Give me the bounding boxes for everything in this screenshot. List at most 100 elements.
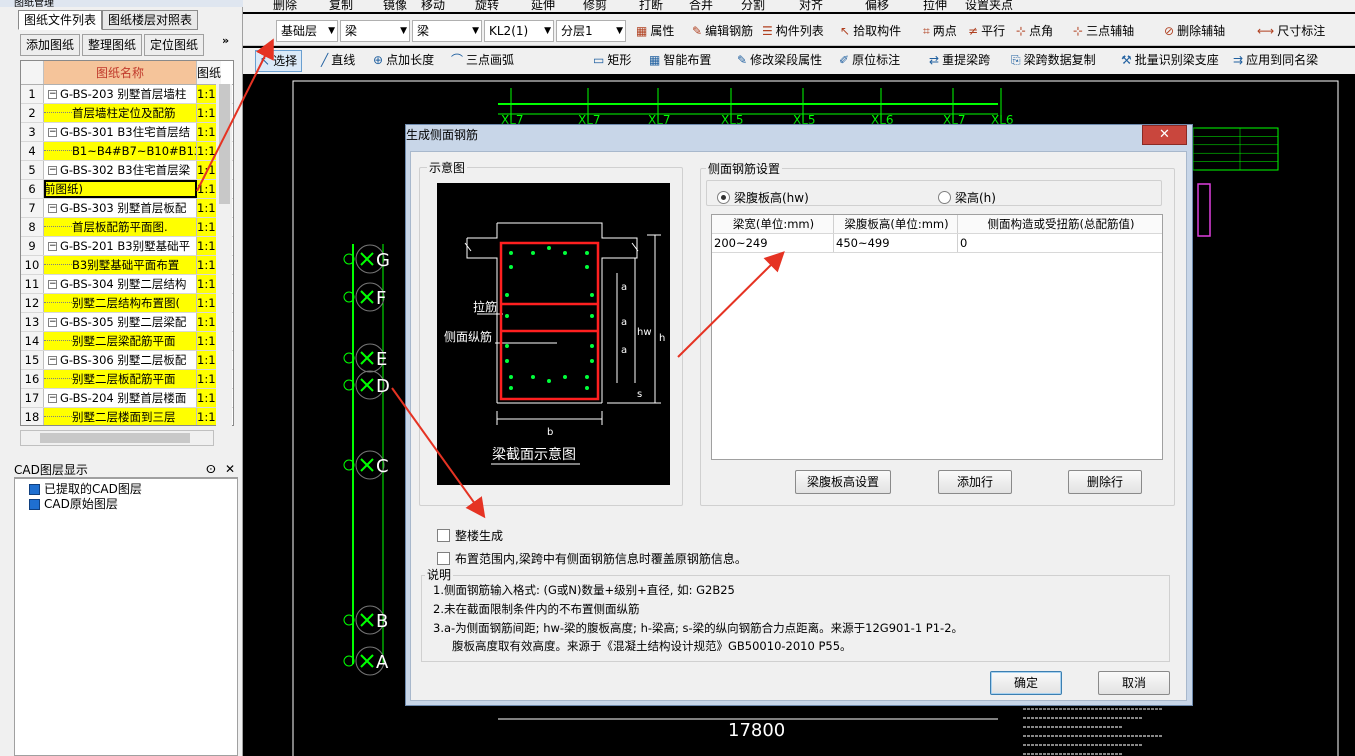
tree-item-extracted[interactable]: 已提取的CAD图层 bbox=[15, 482, 237, 497]
collapse-icon[interactable]: − bbox=[48, 89, 57, 99]
toolbar-item[interactable]: 修剪 bbox=[583, 0, 607, 12]
grid-cell[interactable]: 200~249 bbox=[712, 234, 834, 252]
table-row[interactable]: 13− G-BS-305 别墅二层梁配 1:1 bbox=[21, 313, 233, 332]
toolbar-item[interactable]: ↖ 选择 bbox=[255, 50, 303, 72]
toolbar-item[interactable]: 旋转 bbox=[475, 0, 499, 12]
collapse-icon[interactable]: − bbox=[48, 127, 57, 137]
table-row[interactable]: 1− G-BS-203 别墅首层墙柱 1:1 bbox=[21, 85, 233, 104]
radio-beam-height[interactable]: 梁高(h) bbox=[938, 189, 996, 206]
web-height-settings-button[interactable]: 梁腹板高设置 bbox=[795, 470, 891, 494]
toolbar-item[interactable]: ⊹ 点角 bbox=[1016, 21, 1053, 41]
collapse-icon[interactable]: − bbox=[48, 317, 57, 327]
table-row[interactable]: 4B1~B4#B7~B10#B13~B11:1 bbox=[21, 142, 233, 161]
toolbar-item[interactable]: 偏移 bbox=[865, 0, 889, 12]
type-select[interactable]: 梁 ▼ bbox=[412, 20, 482, 42]
collapse-icon[interactable]: − bbox=[48, 355, 57, 365]
toolbar-item[interactable]: 复制 bbox=[329, 0, 353, 12]
toolbar-item[interactable]: ⇉ 应用到同名梁 bbox=[1233, 50, 1318, 70]
toolbar-item[interactable]: ⊘ 删除辅轴 bbox=[1164, 21, 1225, 41]
toolbar-item[interactable]: 移动 bbox=[421, 0, 445, 12]
toolbar-item[interactable]: 对齐 bbox=[799, 0, 823, 12]
toolbar-item[interactable]: ⎘ 梁跨数据复制 bbox=[1011, 50, 1096, 70]
ok-button[interactable]: 确定 bbox=[990, 671, 1062, 695]
table-row[interactable]: 11− G-BS-304 别墅二层结构 1:1 bbox=[21, 275, 233, 294]
table-row[interactable]: 9− G-BS-201 B3别墅基础平 1:1 bbox=[21, 237, 233, 256]
table-vscroll-thumb[interactable] bbox=[219, 84, 230, 204]
toolbar-item[interactable]: ↖ 拾取构件 bbox=[840, 21, 901, 41]
organize-drawing-button[interactable]: 整理图纸 bbox=[82, 34, 143, 56]
tab-floor-mapping[interactable]: 图纸楼层对照表 bbox=[102, 10, 199, 30]
toolbar-item[interactable]: ▭ 矩形 bbox=[593, 50, 631, 70]
toolbar-item[interactable]: ≠ 平行 bbox=[968, 21, 1005, 41]
toolbar-item[interactable]: 拉伸 bbox=[923, 0, 947, 12]
toolbar-item[interactable]: ⇄ 重提梁跨 bbox=[929, 50, 990, 70]
table-row[interactable]: 7− G-BS-303 别墅首层板配 1:1 bbox=[21, 199, 233, 218]
row-name-text: 别墅二层板配筋平面 bbox=[72, 372, 176, 386]
grid-row[interactable]: 200~249 450~499 0 bbox=[712, 234, 1162, 253]
toolbar-item[interactable]: ⟷ 尺寸标注 bbox=[1257, 21, 1325, 41]
pin-icon[interactable]: ⵙ bbox=[206, 463, 216, 476]
add-drawing-button[interactable]: 添加图纸 bbox=[20, 34, 81, 56]
toolbar-item[interactable]: ⊹ 三点辅轴 bbox=[1073, 21, 1134, 41]
collapse-icon[interactable]: − bbox=[48, 203, 57, 213]
toolbar-item[interactable]: ☰ 构件列表 bbox=[762, 21, 824, 41]
table-row[interactable]: 6 前图纸) 1:1 bbox=[21, 180, 233, 199]
tab-drawing-list[interactable]: 图纸文件列表 bbox=[18, 10, 103, 30]
row-number: 6 bbox=[21, 180, 44, 198]
table-row[interactable]: 16 别墅二层板配筋平面 1:1 bbox=[21, 370, 233, 389]
toolbar-item[interactable]: 删除 bbox=[273, 0, 297, 12]
table-row[interactable]: 18 别墅二层楼面到三层 1:1 bbox=[21, 408, 233, 425]
table-row[interactable]: 3− G-BS-301 B3住宅首层结 1:1 bbox=[21, 123, 233, 142]
collapse-icon[interactable]: − bbox=[48, 393, 57, 403]
toolbar-item[interactable]: ✐ 原位标注 bbox=[839, 50, 900, 70]
collapse-icon[interactable]: − bbox=[48, 165, 57, 175]
table-row[interactable]: 10 B3别墅基础平面布置 1:1 bbox=[21, 256, 233, 275]
tree-item-original[interactable]: CAD原始图层 bbox=[15, 497, 237, 512]
toolbar-item[interactable]: 镜像 bbox=[383, 0, 407, 12]
grid-cell[interactable]: 450~499 bbox=[834, 234, 958, 252]
toolbar-item[interactable]: ✎ 修改梁段属性 bbox=[737, 50, 822, 70]
collapse-icon[interactable]: − bbox=[48, 241, 57, 251]
table-row[interactable]: 14 别墅二层梁配筋平面 1:1 bbox=[21, 332, 233, 351]
category-select[interactable]: 梁 ▼ bbox=[340, 20, 410, 42]
toolbar-item[interactable]: ✎ 编辑钢筋 bbox=[692, 21, 753, 41]
toolbar-item[interactable]: ⌒ 三点画弧 bbox=[451, 50, 514, 70]
toolbar-item[interactable]: ▦ 属性 bbox=[636, 21, 674, 41]
toolbar-item[interactable]: 打断 bbox=[639, 0, 663, 12]
overwrite-checkbox[interactable]: 布置范围内,梁跨中有侧面钢筋信息时覆盖原钢筋信息。 bbox=[437, 550, 747, 567]
toolbar-item[interactable]: 设置夹点 bbox=[965, 0, 1013, 12]
table-row[interactable]: 5− G-BS-302 B3住宅首层梁 1:1 bbox=[21, 161, 233, 180]
close-icon[interactable]: ✕ bbox=[225, 462, 235, 476]
table-row[interactable]: 2 首层墙柱定位及配筋 1:1 bbox=[21, 104, 233, 123]
table-row[interactable]: 15− G-BS-306 别墅二层板配 1:1 bbox=[21, 351, 233, 370]
dimension-label: 17800 bbox=[728, 720, 785, 741]
table-row[interactable]: 17− G-BS-204 别墅首层楼面 1:1 bbox=[21, 389, 233, 408]
delete-row-button[interactable]: 删除行 bbox=[1068, 470, 1142, 494]
toolbar-item[interactable]: ⚒ 批量识别梁支座 bbox=[1121, 50, 1219, 70]
component-select[interactable]: KL2(1) ▼ bbox=[484, 20, 554, 42]
toolbar-item[interactable]: 合并 bbox=[689, 0, 713, 12]
toolbar-item[interactable]: ▦ 智能布置 bbox=[649, 50, 711, 70]
dim-a-label: a bbox=[621, 282, 627, 293]
toolbar-item[interactable]: 分割 bbox=[741, 0, 765, 12]
toolbar-item[interactable]: ⌗ 两点 bbox=[923, 21, 957, 41]
dialog-close-button[interactable]: ✕ bbox=[1142, 125, 1187, 145]
cancel-button[interactable]: 取消 bbox=[1098, 671, 1170, 695]
toolbar-item[interactable]: ╱ 直线 bbox=[321, 50, 355, 70]
more-button[interactable]: » bbox=[222, 34, 229, 47]
table-row[interactable]: 8 首层板配筋平面图. 1:1 bbox=[21, 218, 233, 237]
toolbar-item[interactable]: ⊕ 点加长度 bbox=[373, 50, 434, 70]
header-scale[interactable]: 图纸比例 bbox=[197, 61, 221, 84]
table-hscroll-thumb[interactable] bbox=[40, 433, 190, 443]
add-row-button[interactable]: 添加行 bbox=[938, 470, 1012, 494]
table-row[interactable]: 12 别墅二层结构布置图(1:1 bbox=[21, 294, 233, 313]
floor-select[interactable]: 基础层 ▼ bbox=[276, 20, 338, 42]
header-name[interactable]: 图纸名称 bbox=[44, 61, 197, 84]
collapse-icon[interactable]: − bbox=[48, 279, 57, 289]
toolbar-item[interactable]: 延伸 bbox=[531, 0, 555, 12]
radio-web-height[interactable]: 梁腹板高(hw) bbox=[717, 189, 809, 206]
layer-select[interactable]: 分层1 ▼ bbox=[556, 20, 626, 42]
whole-building-checkbox[interactable]: 整楼生成 bbox=[437, 527, 503, 544]
grid-cell[interactable]: 0 bbox=[958, 234, 1162, 252]
locate-drawing-button[interactable]: 定位图纸 bbox=[144, 34, 205, 56]
